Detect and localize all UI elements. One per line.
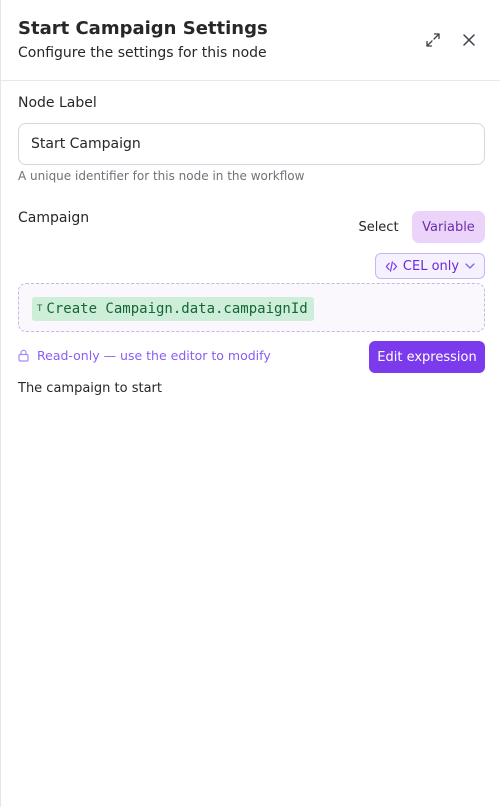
readonly-text: Read-only — use the editor to modify [37, 348, 271, 363]
node-label-heading: Node Label [18, 95, 97, 111]
variable-chip: T Create Campaign.data.campaignId [32, 297, 314, 321]
page-subtitle: Configure the settings for this node [18, 45, 267, 61]
type-text-icon: T [37, 304, 43, 314]
settings-panel: Start Campaign Settings Configure the se… [0, 0, 500, 807]
code-icon [385, 260, 398, 272]
expand-icon [426, 33, 440, 47]
chevron-down-icon [465, 263, 475, 269]
edit-expression-button[interactable]: Edit expression [369, 341, 485, 373]
node-label-input[interactable] [18, 123, 485, 165]
mode-select-tab[interactable]: Select [351, 211, 406, 243]
close-button[interactable] [457, 28, 481, 52]
mode-variable-tab[interactable]: Variable [412, 211, 485, 243]
campaign-description: The campaign to start [18, 381, 163, 396]
lock-icon [18, 349, 29, 362]
expression-field: T Create Campaign.data.campaignId [18, 283, 485, 332]
panel-header: Start Campaign Settings Configure the se… [1, 0, 500, 81]
readonly-notice: Read-only — use the editor to modify [18, 348, 271, 363]
cel-mode-label: CEL only [402, 258, 460, 274]
cel-mode-dropdown[interactable]: CEL only [375, 253, 485, 279]
expand-button[interactable] [421, 28, 445, 52]
close-icon [463, 34, 475, 46]
node-label-helper: A unique identifier for this node in the… [18, 169, 305, 183]
page-title: Start Campaign Settings [18, 18, 268, 39]
variable-chip-text: Create Campaign.data.campaignId [46, 301, 308, 317]
campaign-heading: Campaign [18, 210, 90, 226]
